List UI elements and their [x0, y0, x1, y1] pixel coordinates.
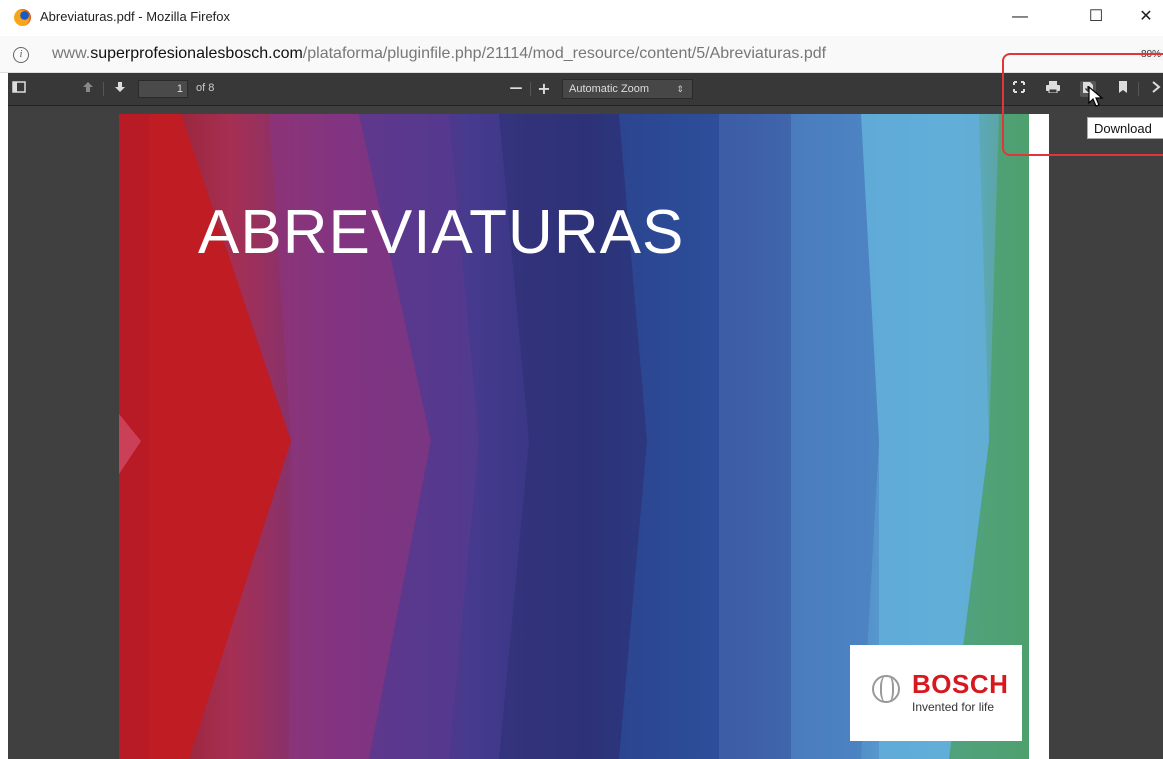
minimize-button[interactable]: —	[1000, 4, 1040, 30]
bosch-armature-icon	[872, 675, 900, 703]
window-titlebar: Abreviaturas.pdf - Mozilla Firefox — ☐ ✕	[0, 0, 1163, 36]
sidebar-toggle-icon[interactable]	[11, 81, 27, 97]
previous-page-icon[interactable]	[80, 81, 96, 97]
next-page-icon[interactable]	[112, 81, 128, 97]
brand-name: BOSCH	[912, 669, 1009, 699]
chevron-updown-icon: ⇕	[676, 84, 684, 94]
page-number-input[interactable]: 1	[138, 80, 188, 98]
address-bar[interactable]: i www.superprofesionalesbosch.com/plataf…	[0, 36, 1163, 73]
url-domain: superprofesionalesbosch.com	[90, 45, 303, 62]
highlight-annotation	[1002, 53, 1163, 156]
site-info-icon[interactable]: i	[13, 47, 29, 63]
maximize-button[interactable]: ☐	[1076, 4, 1116, 30]
pdf-toolbar: 1 of 8 — + Automatic Zoom ⇕	[8, 73, 1163, 106]
pdf-page: ABREVIATURAS BOSCH Invented for life	[119, 114, 1049, 759]
brand-tagline: Invented for life	[912, 700, 995, 714]
mouse-cursor-icon	[1088, 86, 1104, 107]
zoom-in-button[interactable]: +	[536, 81, 552, 97]
url-prefix: www.	[52, 45, 91, 62]
pdf-viewer[interactable]: ABREVIATURAS BOSCH Invented for life	[8, 106, 1163, 759]
cover-title: ABREVIATURAS	[198, 198, 685, 267]
toolbar-separator	[103, 82, 104, 96]
window-title: Abreviaturas.pdf - Mozilla Firefox	[40, 9, 231, 24]
url-path: /plataforma/pluginfile.php/21114/mod_res…	[302, 45, 827, 62]
close-button[interactable]: ✕	[1126, 4, 1163, 30]
zoom-select[interactable]: Automatic Zoom ⇕	[562, 79, 693, 99]
url-text[interactable]: www.superprofesionalesbosch.com/platafor…	[52, 45, 826, 63]
bosch-brand-box: BOSCH Invented for life	[850, 645, 1022, 741]
download-tooltip: Download	[1087, 117, 1163, 139]
zoom-select-value: Automatic Zoom	[569, 83, 650, 95]
toolbar-separator	[530, 82, 531, 96]
zoom-out-button[interactable]: —	[508, 81, 524, 97]
page-count: of 8	[196, 82, 215, 94]
firefox-icon	[14, 9, 31, 26]
